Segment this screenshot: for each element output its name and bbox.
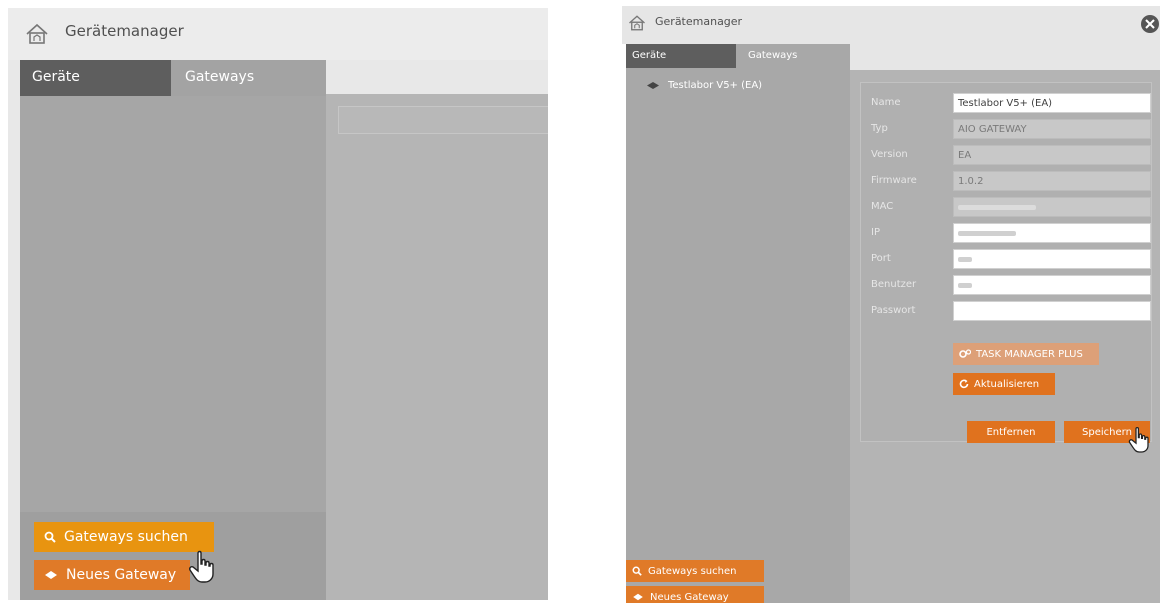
close-icon[interactable] — [1140, 14, 1160, 34]
field-label: IP — [871, 227, 880, 238]
search-gateways-label: Gateways suchen — [64, 529, 188, 545]
new-gateway-button[interactable]: Neues Gateway — [626, 586, 764, 603]
blurred-value — [958, 283, 972, 288]
tab-gateways[interactable]: Gateways — [171, 60, 326, 96]
field-label: MAC — [871, 201, 894, 212]
gateway-icon — [633, 593, 643, 601]
field-row-version: Version EA — [861, 145, 1153, 165]
field-row-typ: Typ AIO GATEWAY — [861, 119, 1153, 139]
search-icon — [632, 566, 642, 576]
field-row-mac: MAC — [861, 197, 1153, 217]
field-label: Firmware — [871, 175, 917, 186]
home-icon — [26, 23, 48, 44]
app-title: Gerätemanager — [655, 15, 743, 28]
user-field[interactable] — [953, 275, 1151, 295]
gears-icon — [959, 349, 971, 358]
home-icon — [629, 15, 645, 31]
field-row-ip: IP — [861, 223, 1153, 243]
field-label: Benutzer — [871, 279, 917, 290]
blurred-value — [958, 231, 1016, 236]
field-label: Typ — [871, 123, 888, 134]
field-label: Version — [871, 149, 908, 160]
content-area: Name Testlabor V5+ (EA) Typ AIO GATEWAY … — [850, 70, 1160, 603]
field-label: Port — [871, 253, 891, 264]
blurred-value — [958, 257, 972, 262]
tab-bar: Geräte Gateways — [626, 44, 850, 68]
version-field: EA — [953, 145, 1151, 165]
gateway-list-item[interactable]: Testlabor V5+ (EA) — [646, 80, 762, 91]
field-row-port: Port — [861, 249, 1153, 269]
tab-geraete[interactable]: Geräte — [626, 44, 736, 68]
search-gateways-label: Gateways suchen — [648, 565, 737, 577]
device-manager-window-right: Gerätemanager Geräte Gateways Testlabor … — [622, 6, 1160, 603]
name-field[interactable]: Testlabor V5+ (EA) — [953, 93, 1151, 113]
content-area — [326, 94, 548, 600]
port-field[interactable] — [953, 249, 1151, 269]
task-manager-plus-label: TASK MANAGER PLUS — [976, 348, 1083, 360]
remove-button[interactable]: Entfernen — [967, 421, 1055, 443]
gateway-details-form: Name Testlabor V5+ (EA) Typ AIO GATEWAY … — [860, 82, 1153, 443]
search-gateways-button[interactable]: Gateways suchen — [34, 522, 214, 552]
refresh-icon — [959, 379, 969, 389]
tab-gateways[interactable]: Gateways — [736, 44, 850, 68]
new-gateway-label: Neues Gateway — [66, 567, 177, 583]
type-field: AIO GATEWAY — [953, 119, 1151, 139]
field-row-benutzer: Benutzer — [861, 275, 1153, 295]
refresh-label: Aktualisieren — [974, 378, 1040, 390]
ip-field[interactable] — [953, 223, 1151, 243]
new-gateway-label: Neues Gateway — [650, 591, 729, 603]
device-manager-window-left: Gerätemanager Geräte Gateways Gateways s… — [8, 8, 548, 600]
search-icon — [44, 531, 56, 543]
task-manager-plus-button[interactable]: TASK MANAGER PLUS — [953, 343, 1099, 365]
new-gateway-button[interactable]: Neues Gateway — [34, 560, 190, 590]
field-label: Name — [871, 97, 901, 108]
refresh-button[interactable]: Aktualisieren — [953, 373, 1055, 395]
title-bar: Gerätemanager — [8, 8, 548, 60]
gateway-icon — [647, 82, 659, 89]
title-bar: Gerätemanager — [622, 6, 1160, 44]
field-label: Passwort — [871, 305, 916, 316]
app-title: Gerätemanager — [65, 22, 184, 40]
field-row-name: Name Testlabor V5+ (EA) — [861, 93, 1153, 113]
search-gateways-button[interactable]: Gateways suchen — [626, 560, 764, 582]
password-field[interactable] — [953, 301, 1151, 321]
tab-bar: Geräte Gateways — [20, 60, 326, 96]
gateway-list-item-label: Testlabor V5+ (EA) — [668, 80, 763, 91]
field-row-firmware: Firmware 1.0.2 — [861, 171, 1153, 191]
blurred-value — [958, 205, 1036, 210]
filter-field[interactable] — [338, 106, 548, 134]
firmware-field: 1.0.2 — [953, 171, 1151, 191]
field-row-passwort: Passwort — [861, 301, 1153, 321]
gateway-icon — [45, 571, 57, 579]
sidebar: Testlabor V5+ (EA) — [626, 68, 850, 603]
header-strip — [850, 44, 1160, 70]
save-button[interactable]: Speichern — [1064, 421, 1150, 443]
tab-geraete[interactable]: Geräte — [20, 60, 171, 96]
mac-field — [953, 197, 1151, 217]
